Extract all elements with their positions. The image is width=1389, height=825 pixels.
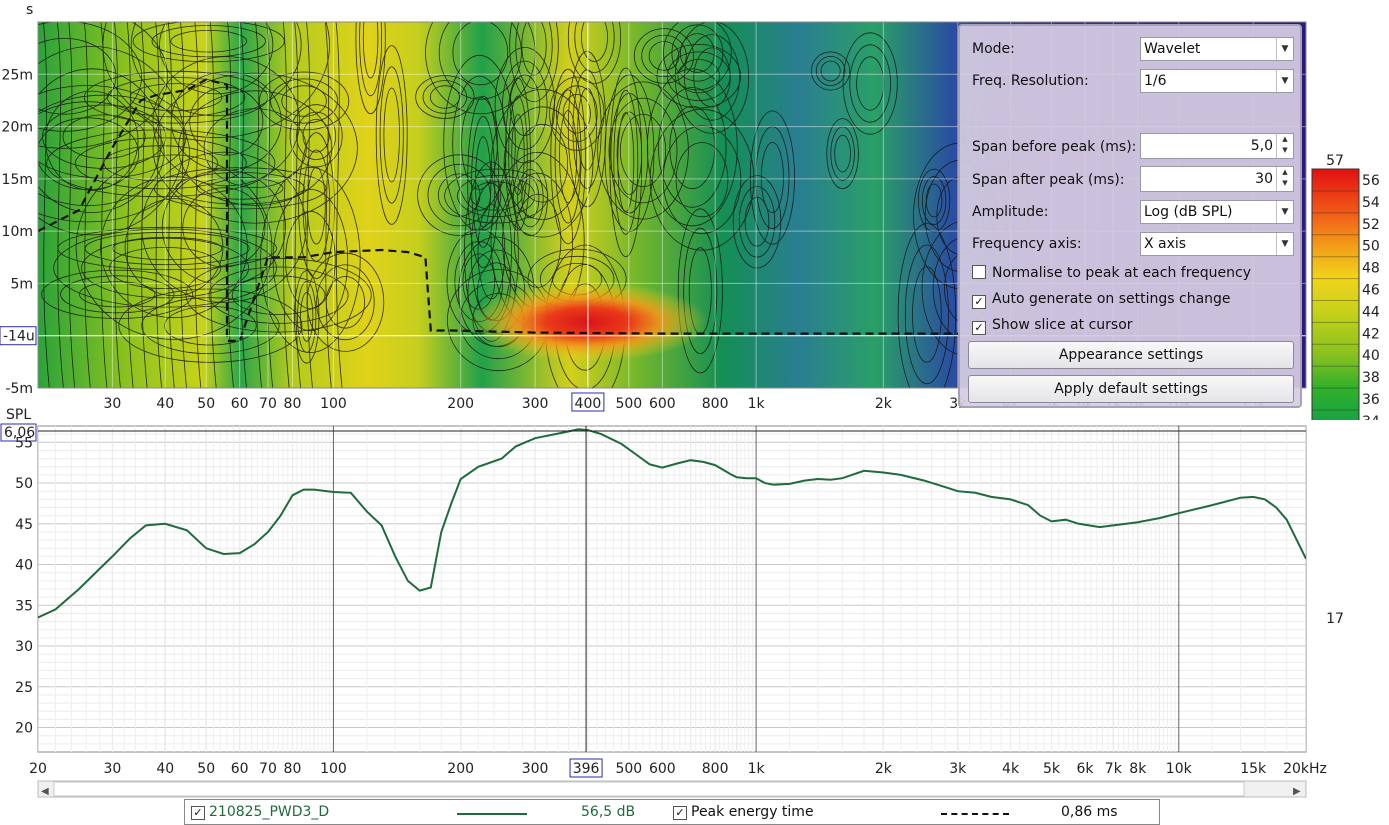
spl-y-tick-label: 45 (15, 517, 33, 533)
legend-peak-swatch (941, 813, 1009, 815)
normalise-checkbox[interactable]: Normalise to peak at each frequency (972, 265, 1251, 281)
amplitude-label: Amplitude: (972, 204, 1049, 220)
check-icon[interactable]: ✓ (972, 321, 986, 335)
freq-resolution-label: Freq. Resolution: (972, 73, 1089, 89)
chevron-down-icon: ▼ (1276, 70, 1293, 92)
check-icon[interactable]: ✓ (972, 295, 986, 309)
amplitude-select[interactable]: Log (dB SPL) ▼ (1140, 200, 1294, 224)
spin-arrows-icon[interactable]: ▲ ▼ (1276, 167, 1293, 191)
settings-panel: Mode: Wavelet ▼ Freq. Resolution: 1/6 ▼ … (958, 24, 1302, 408)
spl-x-tick-label: 3k (949, 761, 967, 777)
legend-peak-value: 0,86 ms (1061, 804, 1118, 820)
legend-peak-label: Peak energy time (691, 804, 814, 820)
legend-bar: ✓ 210825_PWD3_D 56,5 dB ✓ Peak energy ti… (184, 799, 1160, 825)
spl-x-tick-label: 80 (284, 761, 302, 777)
spl-x-tick-label: 200 (447, 761, 474, 777)
show-slice-label: Show slice at cursor (992, 317, 1133, 333)
span-after-label: Span after peak (ms): (972, 172, 1125, 188)
spl-x-tick-label: 40 (156, 761, 174, 777)
checkbox-icon[interactable] (972, 265, 986, 279)
span-after-value: 30 (1255, 171, 1273, 187)
spl-x-tick-label: 4k (1002, 761, 1020, 777)
mode-value: Wavelet (1144, 41, 1201, 57)
appearance-settings-button[interactable]: Appearance settings (968, 341, 1294, 369)
chevron-down-icon: ▼ (1276, 201, 1293, 223)
frequency-axis-value: X axis (1144, 236, 1187, 252)
spl-x-tick-label: 30 (104, 761, 122, 777)
spl-x-tick-label: 100 (320, 761, 347, 777)
spl-x-tick-label: 600 (649, 761, 676, 777)
spl-x-tick-label: 500 (615, 761, 642, 777)
spl-x-tick-label: 6k (1076, 761, 1094, 777)
scroll-right-icon[interactable]: ▶ (1293, 786, 1301, 797)
spl-y-tick-label: 40 (15, 558, 33, 574)
spl-x-tick-label: 60 (231, 761, 249, 777)
spl-x-tick-label: 2k (875, 761, 893, 777)
spl-y-tick-label: 20 (15, 721, 33, 737)
spl-y-tick-label: 25 (15, 680, 33, 696)
spl-x-tick-label: 20 (29, 761, 47, 777)
scrollbar-thumb[interactable] (53, 781, 1245, 797)
frequency-axis-select[interactable]: X axis ▼ (1140, 232, 1294, 256)
spl-x-tick-label: 20kHz (1283, 761, 1327, 777)
legend-series-value: 56,5 dB (581, 804, 636, 820)
amplitude-value: Log (dB SPL) (1144, 204, 1233, 220)
spl-x-tick-label: 300 (522, 761, 549, 777)
span-after-input[interactable]: 30 ▲ ▼ (1140, 166, 1294, 192)
span-before-value: 5,0 (1250, 138, 1273, 154)
spl-x-tick-label: 10k (1166, 761, 1193, 777)
spl-cursor-freq-label: 396 (573, 761, 600, 777)
spl-x-tick-label: 1k (748, 761, 766, 777)
spl-x-tick-label: 7k (1105, 761, 1123, 777)
show-slice-checkbox[interactable]: ✓ Show slice at cursor (972, 317, 1133, 335)
chevron-down-icon: ▼ (1276, 233, 1293, 255)
span-before-input[interactable]: 5,0 ▲ ▼ (1140, 133, 1294, 159)
legend-series-name: 210825_PWD3_D (209, 804, 330, 820)
apply-default-settings-button[interactable]: Apply default settings (968, 375, 1294, 403)
normalise-label: Normalise to peak at each frequency (992, 265, 1251, 281)
peak-check-icon[interactable]: ✓ (673, 806, 687, 820)
spl-axis-label: SPL (6, 407, 31, 423)
spl-x-tick-label: 8k (1129, 761, 1147, 777)
freq-resolution-value: 1/6 (1144, 73, 1167, 89)
spl-x-tick-label: 15k (1240, 761, 1267, 777)
span-before-label: Span before peak (ms): (972, 139, 1137, 155)
spl-x-tick-label: 800 (702, 761, 729, 777)
auto-generate-label: Auto generate on settings change (992, 291, 1231, 307)
mode-label: Mode: (972, 41, 1015, 57)
spl-y-tick-label: 30 (15, 639, 33, 655)
auto-generate-checkbox[interactable]: ✓ Auto generate on settings change (972, 291, 1231, 309)
spl-y-tick-label: 50 (15, 476, 33, 492)
frequency-axis-label: Frequency axis: (972, 236, 1082, 252)
mode-select[interactable]: Wavelet ▼ (1140, 37, 1294, 61)
spl-y-tick-label: 35 (15, 598, 33, 614)
scroll-left-icon[interactable]: ◀ (41, 786, 49, 797)
spl-x-tick-label: 70 (259, 761, 277, 777)
chevron-down-icon: ▼ (1276, 38, 1293, 60)
spl-x-tick-label: 5k (1043, 761, 1061, 777)
series-check-icon[interactable]: ✓ (191, 806, 205, 820)
legend-series-swatch (457, 813, 527, 815)
freq-resolution-select[interactable]: 1/6 ▼ (1140, 69, 1294, 93)
spl-y-tick-label: 55 (15, 435, 33, 451)
spin-arrows-icon[interactable]: ▲ ▼ (1276, 134, 1293, 158)
spl-x-tick-label: 50 (197, 761, 215, 777)
